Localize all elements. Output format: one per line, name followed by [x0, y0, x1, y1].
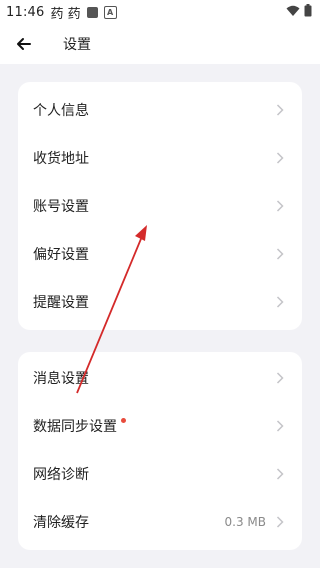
settings-item-label: 清除缓存: [33, 515, 89, 531]
settings-item-reminders[interactable]: 提醒设置: [18, 278, 302, 326]
settings-item-clear-cache[interactable]: 清除缓存 0.3 MB: [18, 498, 302, 546]
chevron-right-icon: [276, 468, 284, 480]
settings-item-preferences[interactable]: 偏好设置: [18, 230, 302, 278]
notification-icon: [86, 6, 98, 18]
settings-item-personal-info[interactable]: 个人信息: [18, 86, 302, 134]
settings-item-label: 收货地址: [33, 151, 89, 167]
chevron-right-icon: [276, 248, 284, 260]
chevron-right-icon: [276, 104, 284, 116]
settings-item-label-wrap: 数据同步设置: [33, 416, 126, 436]
back-arrow-icon[interactable]: [14, 34, 34, 54]
settings-item-network-diagnosis[interactable]: 网络诊断: [18, 450, 302, 498]
status-right: [282, 4, 312, 17]
settings-item-label: 账号设置: [33, 199, 89, 215]
app-bar: 设置: [0, 24, 320, 64]
cache-size-value: 0.3 MB: [224, 515, 266, 529]
status-bar: 11:46 药 药 A: [0, 0, 320, 24]
settings-item-data-sync[interactable]: 数据同步设置: [18, 402, 302, 450]
chevron-right-icon: [276, 420, 284, 432]
settings-item-account[interactable]: 账号设置: [18, 182, 302, 230]
chevron-right-icon: [276, 296, 284, 308]
settings-item-label: 提醒设置: [33, 295, 89, 311]
settings-item-label: 个人信息: [33, 103, 89, 119]
status-time: 11:46: [6, 4, 45, 20]
notification-a-icon: A: [103, 5, 117, 19]
wifi-icon: [286, 5, 300, 16]
settings-group-1: 个人信息 收货地址 账号设置 偏好设置 提醒设置: [18, 82, 302, 330]
settings-item-shipping-address[interactable]: 收货地址: [18, 134, 302, 182]
settings-item-messages[interactable]: 消息设置: [18, 354, 302, 402]
chevron-right-icon: [276, 516, 284, 528]
new-badge-dot: [121, 418, 126, 423]
page-title: 设置: [63, 37, 91, 53]
status-app-icons: 药 药: [50, 6, 81, 22]
settings-item-label: 偏好设置: [33, 247, 89, 263]
battery-icon: [304, 4, 312, 17]
chevron-right-icon: [276, 372, 284, 384]
settings-item-label: 数据同步设置: [33, 419, 117, 435]
settings-item-label: 网络诊断: [33, 467, 89, 483]
settings-item-label: 消息设置: [33, 371, 89, 387]
chevron-right-icon: [276, 200, 284, 212]
chevron-right-icon: [276, 152, 284, 164]
settings-group-2: 消息设置 数据同步设置 网络诊断 清除缓存 0.3 MB: [18, 352, 302, 550]
